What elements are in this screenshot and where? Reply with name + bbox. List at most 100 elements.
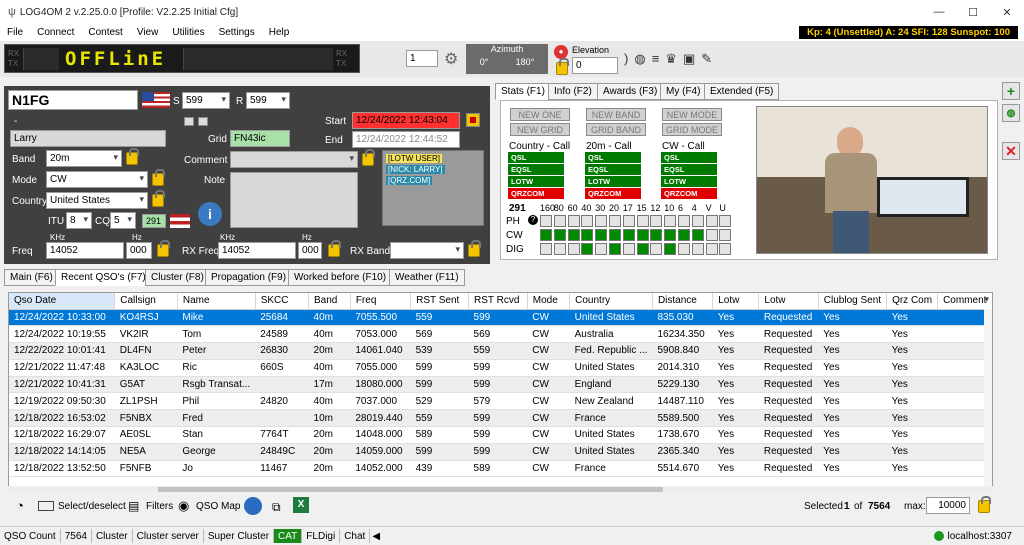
band-lock-icon[interactable] bbox=[126, 148, 139, 165]
stop-icon[interactable]: ● bbox=[554, 45, 568, 59]
new-one-button[interactable]: NEW ONE bbox=[510, 108, 570, 121]
column-header[interactable]: Mode bbox=[527, 293, 571, 310]
menu-contest[interactable]: Contest bbox=[81, 27, 129, 38]
main-tab-3[interactable]: Propagation (F9) bbox=[205, 269, 293, 286]
antenna-icon[interactable]: ≡ bbox=[652, 51, 666, 66]
close-button[interactable]: ✕ bbox=[990, 0, 1024, 24]
status-cat[interactable]: CAT bbox=[274, 529, 303, 543]
column-header[interactable]: Callsign bbox=[114, 293, 178, 310]
column-header[interactable]: Qrz Com bbox=[886, 293, 939, 310]
table-row[interactable]: 12/22/2022 10:01:41 DL4FN Peter 26830 20m 140… bbox=[9, 342, 992, 360]
note-field[interactable] bbox=[230, 172, 358, 228]
menu-utilities[interactable]: Utilities bbox=[165, 27, 211, 38]
small-box-2[interactable] bbox=[198, 117, 208, 126]
tab-my[interactable]: My (F4) bbox=[660, 83, 707, 100]
table-row[interactable]: 12/24/2022 10:33:00 KO4RSJ Mike 25684 40m 705… bbox=[9, 309, 992, 327]
freq-khz-field[interactable]: 14052 bbox=[46, 242, 124, 259]
cassette-icon[interactable]: ▣ bbox=[683, 51, 701, 66]
grid-band-button[interactable]: GRID BAND bbox=[586, 123, 646, 136]
table-row[interactable]: 12/18/2022 13:52:50 F5NFB Jo 11467 20m 14052.… bbox=[9, 460, 992, 478]
rx-freq-hz-field[interactable]: 000 bbox=[298, 242, 322, 259]
tab-awards[interactable]: Awards (F3) bbox=[597, 83, 664, 100]
rx-band-select[interactable] bbox=[390, 242, 464, 259]
speaker-icon[interactable]: ◀ bbox=[372, 531, 380, 542]
azimuth-180[interactable]: 180° bbox=[516, 57, 535, 67]
status-chat[interactable]: Chat bbox=[340, 529, 371, 543]
tag-lotw-user[interactable]: [LOTW USER] bbox=[386, 154, 443, 163]
table-row[interactable]: 12/21/2022 10:41:31 G5AT Rsgb Transat... 17… bbox=[9, 376, 992, 394]
column-header[interactable]: Clublog Sent bbox=[818, 293, 888, 310]
comment-lock-icon[interactable] bbox=[362, 149, 375, 166]
cq-select[interactable]: 5 bbox=[110, 212, 136, 229]
add-icon[interactable]: + bbox=[1002, 82, 1020, 100]
max-lock-icon[interactable] bbox=[978, 496, 991, 513]
minimize-button[interactable]: — bbox=[922, 0, 956, 24]
column-header[interactable]: Freq bbox=[350, 293, 412, 310]
globe-icon[interactable]: ◍ bbox=[634, 51, 651, 66]
freq-lock-icon[interactable] bbox=[157, 240, 170, 257]
column-header[interactable]: SKCC bbox=[255, 293, 310, 310]
band-select[interactable]: 20m bbox=[46, 150, 122, 167]
rx-freq-khz-field[interactable]: 14052 bbox=[218, 242, 296, 259]
start-time-field[interactable]: 12/24/2022 12:43:04 bbox=[352, 112, 460, 129]
globe-icon[interactable] bbox=[244, 497, 262, 515]
mode-lock-icon[interactable] bbox=[152, 169, 165, 186]
column-header[interactable]: RST Sent bbox=[410, 293, 470, 310]
tab-extended[interactable]: Extended (F5) bbox=[704, 83, 780, 100]
column-header[interactable]: Band bbox=[308, 293, 351, 310]
select-icon[interactable] bbox=[38, 501, 54, 511]
grid-hscrollbar[interactable] bbox=[8, 486, 993, 493]
itu-select[interactable]: 8 bbox=[66, 212, 92, 229]
rst-rcvd-select[interactable]: 599 bbox=[246, 92, 290, 109]
max-field[interactable]: 10000 bbox=[926, 497, 970, 514]
tag-nick[interactable]: [NICK: LARRY] bbox=[386, 165, 445, 174]
info-icon[interactable]: i bbox=[198, 202, 222, 226]
menu-settings[interactable]: Settings bbox=[212, 27, 262, 38]
rx-freq-lock-icon[interactable] bbox=[328, 240, 341, 257]
freq-hz-field[interactable]: 000 bbox=[126, 242, 152, 259]
excel-icon[interactable]: X bbox=[293, 497, 309, 513]
column-header[interactable]: Distance bbox=[652, 293, 714, 310]
main-tab-5[interactable]: Weather (F11) bbox=[389, 269, 465, 286]
column-header[interactable]: Country bbox=[569, 293, 653, 310]
table-row[interactable]: 12/18/2022 14:14:05 NE5A George 24849C 20m 14… bbox=[9, 443, 992, 461]
mode-select[interactable]: CW bbox=[46, 171, 148, 188]
grid-field[interactable]: FN43ic bbox=[230, 130, 290, 147]
new-grid-button[interactable]: NEW GRID bbox=[510, 123, 570, 136]
end-time-field[interactable]: 12/24/2022 12:44:52 bbox=[352, 131, 460, 148]
map-icon[interactable]: ◉ bbox=[178, 498, 189, 514]
main-tab-0[interactable]: Main (F6) bbox=[4, 269, 59, 286]
tab-info[interactable]: Info (F2) bbox=[548, 83, 598, 100]
grid-mode-button[interactable]: GRID MODE bbox=[662, 123, 722, 136]
lock-icon[interactable] bbox=[556, 58, 569, 75]
delete-icon[interactable]: ✕ bbox=[1002, 142, 1020, 160]
copy-icon[interactable]: ⧉ bbox=[272, 500, 281, 515]
rst-sent-select[interactable]: 599 bbox=[182, 92, 230, 109]
chess-icon[interactable]: ♛ bbox=[665, 51, 683, 66]
menu-connect[interactable]: Connect bbox=[30, 27, 81, 38]
column-header[interactable]: Lotw bbox=[712, 293, 760, 310]
select-deselect-button[interactable]: Select/deselect bbox=[58, 501, 126, 512]
status-fldigi[interactable]: FLDigi bbox=[302, 529, 341, 543]
callsign-input[interactable]: N1FG bbox=[8, 90, 138, 110]
wifi-icon[interactable]: ) bbox=[624, 51, 634, 66]
new-mode-button[interactable]: NEW MODE bbox=[662, 108, 722, 121]
column-header[interactable]: Name bbox=[177, 293, 256, 310]
main-tab-1[interactable]: Recent QSO's (F7) bbox=[55, 269, 152, 286]
small-box-1[interactable] bbox=[184, 117, 194, 126]
table-row[interactable]: 12/21/2022 11:47:48 KA3LOC Ric 660S 40m 7055.… bbox=[9, 359, 992, 377]
pen-icon[interactable]: ✎ bbox=[701, 51, 718, 66]
elevation-stepper[interactable]: 0 bbox=[572, 57, 618, 74]
qso-map-button[interactable]: QSO Map bbox=[196, 501, 240, 512]
main-tab-2[interactable]: Cluster (F8) bbox=[145, 269, 210, 286]
table-row[interactable]: 12/18/2022 16:29:07 AE0SL Stan 7764T 20m 1404… bbox=[9, 426, 992, 444]
clock-icon[interactable] bbox=[466, 113, 480, 127]
column-header[interactable]: Qso Date bbox=[9, 293, 116, 310]
menu-view[interactable]: View bbox=[130, 27, 166, 38]
filters-button[interactable]: Filters bbox=[146, 501, 173, 512]
new-band-button[interactable]: NEW BAND bbox=[586, 108, 646, 121]
main-tab-4[interactable]: Worked before (F10) bbox=[288, 269, 393, 286]
comment-field[interactable] bbox=[230, 151, 358, 168]
globe-side-icon[interactable]: ◍ bbox=[1002, 104, 1020, 122]
country-lock-icon[interactable] bbox=[152, 190, 165, 207]
